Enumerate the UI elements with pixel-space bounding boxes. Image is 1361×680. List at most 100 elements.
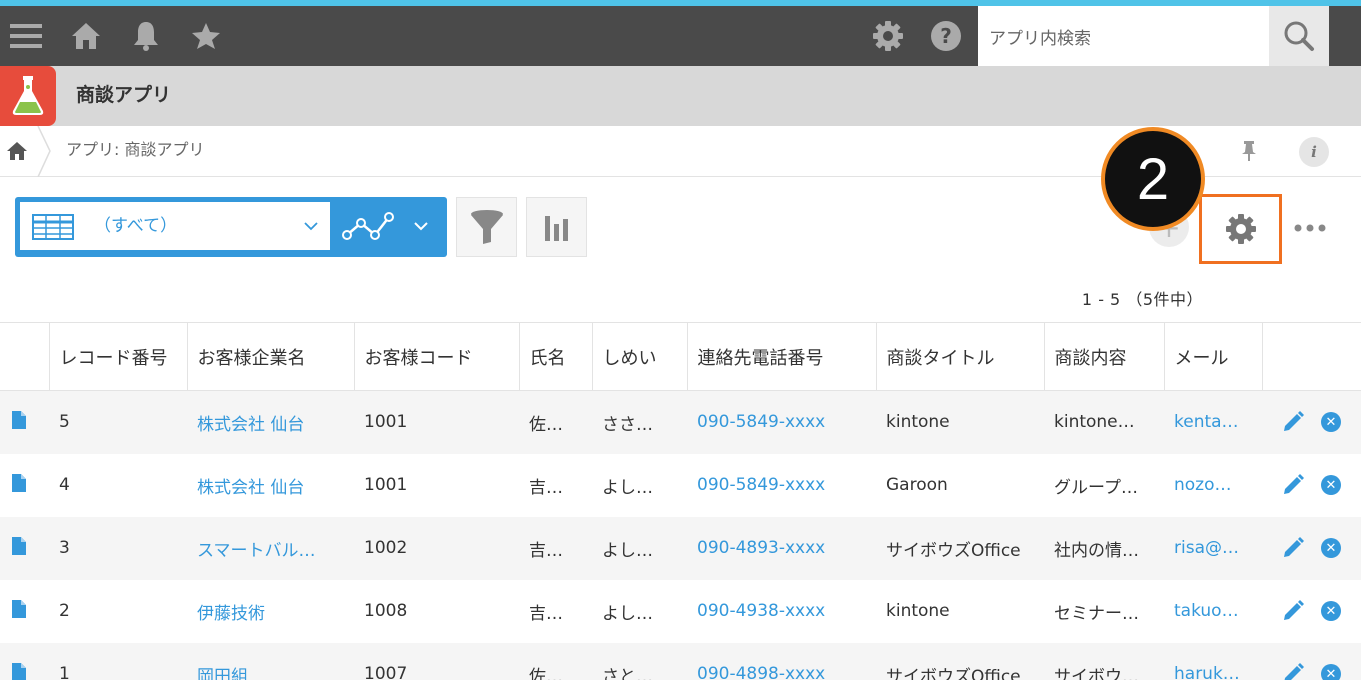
pagination-count: 1 - 5 （5件中） [1081,290,1203,309]
graph-icon[interactable] [341,207,441,247]
column-header[interactable]: レコード番号 [48,322,187,391]
pencil-icon[interactable] [1282,600,1304,622]
document-icon [11,410,27,435]
record-table: レコード番号 お客様企業名 お客様コード 氏名 しめい 連絡先電話番号 商談タイ… [0,322,1361,680]
star-icon[interactable] [188,6,224,66]
cell-company[interactable]: 岡田組 [187,642,354,680]
close-circle-icon[interactable]: ✕ [1320,474,1342,496]
cell-mail[interactable]: kenta… [1164,390,1262,454]
view-dropdown[interactable]: （すべて） [20,202,330,250]
search-button[interactable] [1269,6,1329,66]
cell-id: 4 [59,475,70,495]
pin-icon[interactable] [1236,138,1262,164]
record-detail-link[interactable] [0,516,49,580]
cell-name: 吉… [529,603,563,624]
row-actions: ✕ [1262,516,1361,580]
cell-mail[interactable]: risa@… [1164,516,1262,580]
cell-kana: よし… [602,477,653,498]
cell-content: セミナー… [1054,603,1139,624]
cell-name: 佐… [519,642,592,680]
bar-chart-icon [544,216,568,241]
help-icon[interactable]: ? [928,6,964,66]
cell-mail[interactable]: nozo… [1164,454,1262,517]
cell-code: 1002 [354,516,519,580]
app-settings-button[interactable] [1199,194,1282,264]
column-header[interactable]: 連絡先電話番号 [686,322,876,391]
table-row[interactable]: 2 伊藤技術 1008 吉… よし… 090-4938-xxxx kintone セミナー… t… [0,580,1361,643]
cell-code: 1001 [364,475,408,495]
cell-phone[interactable]: 090-4898-xxxx [687,642,876,680]
more-options-button[interactable] [1290,210,1330,246]
column-header[interactable]: 商談内容 [1043,322,1164,391]
filter-icon [470,210,503,244]
close-circle-icon[interactable]: ✕ [1320,537,1342,559]
column-header[interactable]: 商談タイトル [875,322,1044,391]
cell-id: 2 [59,601,70,621]
cell-company[interactable]: スマートバル… [187,516,354,580]
breadcrumb-app-link[interactable]: アプリ: 商談アプリ [66,126,204,177]
table-row[interactable]: 4 株式会社 仙台 1001 吉… よし… 090-5849-xxxx Garoon グループ… [0,454,1361,517]
search-icon [1284,21,1314,51]
cell-company[interactable]: 株式会社 仙台 [187,454,354,517]
app-search-input[interactable]: アプリ内検索 [978,6,1269,66]
filter-button[interactable] [456,197,517,257]
cell-mail[interactable]: haruk… [1164,642,1262,680]
cell-title: サイボウズOffice [876,516,1044,580]
cell-company[interactable]: 株式会社 仙台 [187,390,354,454]
cell-name: 吉… [519,516,592,580]
document-icon [11,536,27,561]
record-detail-link[interactable] [0,642,49,680]
cell-id: 5 [49,390,187,454]
cell-code: 1007 [354,642,519,680]
bell-icon[interactable] [128,6,164,66]
record-detail-link[interactable] [0,390,49,454]
column-header-icon [0,322,49,391]
column-header-actions [1261,322,1361,391]
pencil-icon[interactable] [1282,474,1304,496]
cell-phone[interactable]: 090-5849-xxxx [687,390,876,454]
record-detail-link[interactable] [0,580,49,643]
table-row[interactable]: 5 株式会社 仙台 1001 佐… ささ… 090-5849-xxxx kintone kin… [0,390,1361,454]
menu-icon[interactable] [6,6,46,66]
row-actions: ✕ [1262,580,1361,643]
cell-phone[interactable]: 090-4893-xxxx [687,516,876,580]
row-actions: ✕ [1262,642,1361,680]
cell-phone[interactable]: 090-5849-xxxx [687,454,876,517]
record-detail-link[interactable] [0,454,49,517]
row-actions: ✕ [1262,454,1361,517]
column-header[interactable]: 氏名 [518,322,592,391]
flask-icon[interactable] [0,66,56,126]
cell-phone[interactable]: 090-4938-xxxx [687,580,876,643]
column-header[interactable]: お客様コード [353,322,519,391]
table-row[interactable]: 1 岡田組 1007 佐… さと… 090-4898-xxxx サイボウズOffice サイボ… [0,642,1361,680]
table-row[interactable]: 3 スマートバル… 1002 吉… よし… 090-4893-xxxx サイボウズOffic… [0,516,1361,580]
view-selector: （すべて） [15,197,447,257]
pencil-icon[interactable] [1282,663,1304,680]
cell-title: kintone [876,390,1044,454]
cell-title: サイボウズOffice [876,642,1044,680]
breadcrumb-home-icon[interactable] [4,138,30,164]
chart-button[interactable] [526,197,587,257]
close-circle-icon[interactable]: ✕ [1320,600,1342,622]
home-icon[interactable] [68,6,104,66]
close-circle-icon[interactable]: ✕ [1320,411,1342,433]
cell-title: Garoon [886,475,948,495]
cell-id: 1 [49,642,187,680]
info-icon[interactable]: i [1299,137,1329,167]
column-header[interactable]: メール [1163,322,1262,391]
column-header[interactable]: お客様企業名 [186,322,354,391]
app-title[interactable]: 商談アプリ [76,66,171,126]
breadcrumb-separator [37,126,51,177]
pencil-icon[interactable] [1282,537,1304,559]
gear-icon[interactable] [870,6,906,66]
app-header [0,66,1361,126]
cell-code: 1008 [364,601,408,621]
cell-name: 吉… [529,477,563,498]
close-circle-icon[interactable]: ✕ [1320,663,1342,680]
pencil-icon[interactable] [1282,411,1304,433]
more-icon [1294,224,1326,232]
cell-mail[interactable]: takuo… [1164,580,1262,643]
cell-company[interactable]: 伊藤技術 [187,580,354,643]
column-header[interactable]: しめい [591,322,687,391]
view-label: （すべて） [94,216,178,236]
